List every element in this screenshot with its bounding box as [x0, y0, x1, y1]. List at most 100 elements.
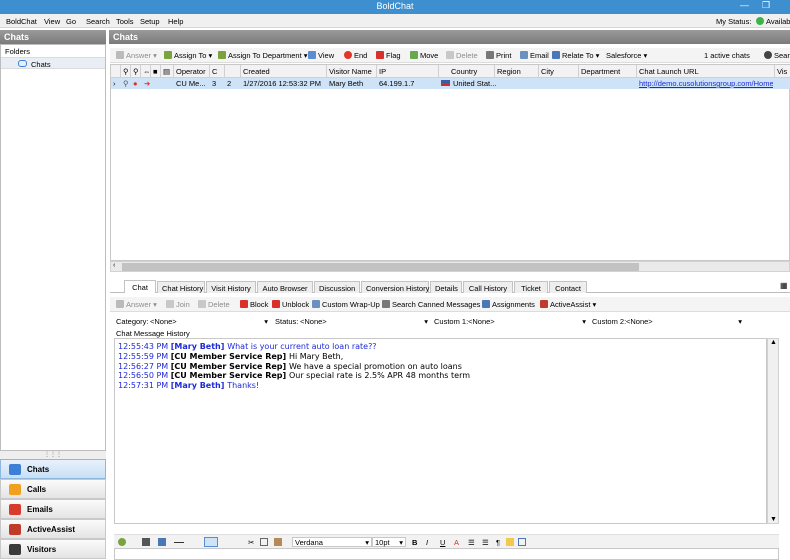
tab-conversion-history[interactable]: Conversion History [361, 281, 429, 293]
col-icon-3[interactable]: ⇔ [141, 65, 151, 78]
assign-to-department-button[interactable]: Assign To Department ▾ [218, 51, 308, 60]
cut-icon[interactable]: ✂ [248, 538, 254, 547]
font-size-select[interactable]: 10pt ▾ [372, 537, 406, 547]
table-row[interactable]: › ⚲ ● ➜ CU Me... 3 2 1/27/2016 12:53:32 … [111, 78, 790, 89]
copy-icon[interactable] [260, 538, 268, 546]
tabs-overflow-icon[interactable]: ▦ [780, 281, 788, 290]
col-vis[interactable]: Vis [775, 65, 790, 78]
chat-delete-button[interactable]: Delete [198, 300, 230, 309]
emoticon-icon[interactable] [118, 538, 126, 546]
col-operator[interactable]: Operator [174, 65, 210, 78]
unblock-button[interactable]: Unblock [272, 300, 309, 309]
grid-horizontal-scrollbar[interactable]: ‹ [110, 261, 790, 272]
assign-to-button[interactable]: Assign To ▾ [164, 51, 212, 60]
scroll-down-icon[interactable]: ▼ [770, 516, 777, 523]
relate-to-button[interactable]: Relate To ▾ [552, 51, 599, 60]
custom-wrap-up-button[interactable]: Custom Wrap-Up [312, 300, 380, 309]
nav-visitors[interactable]: Visitors [0, 539, 106, 559]
menu-boldchat[interactable]: BoldChat [6, 17, 37, 26]
col-visitor-name[interactable]: Visitor Name [327, 65, 377, 78]
end-button[interactable]: End [344, 51, 367, 60]
nav-chats[interactable]: Chats [0, 459, 106, 479]
col-country[interactable]: Country [439, 65, 495, 78]
col-c2[interactable] [225, 65, 241, 78]
col-department[interactable]: Department [579, 65, 637, 78]
chat-message-input[interactable] [114, 548, 779, 560]
horizontal-rule-icon[interactable] [174, 542, 184, 543]
menu-tools[interactable]: Tools [116, 17, 134, 26]
maximize-icon[interactable]: ❐ [762, 0, 770, 11]
cell-chat-launch-url[interactable]: http://demo.cusolutionsgroup.com/Home_..… [639, 79, 773, 88]
block-button[interactable]: Block [240, 300, 268, 309]
font-family-select[interactable]: Verdana ▾ [292, 537, 372, 547]
scroll-left-icon[interactable]: ‹ [113, 262, 115, 269]
search-button[interactable]: Search [764, 51, 790, 60]
menu-search[interactable]: Search [86, 17, 110, 26]
chat-answer-button[interactable]: Answer ▾ [116, 300, 157, 309]
scrollbar-thumb[interactable] [122, 263, 639, 271]
tab-details[interactable]: Details [430, 281, 462, 293]
activeassist-button[interactable]: ActiveAssist ▾ [540, 300, 596, 309]
image-icon[interactable] [158, 538, 166, 546]
bold-icon[interactable]: B [412, 538, 417, 547]
tab-discussion[interactable]: Discussion [314, 281, 360, 293]
nav-activeassist[interactable]: ActiveAssist [0, 519, 106, 539]
custom2-select[interactable]: <None> ▾ [626, 317, 742, 326]
status-select[interactable]: <None> ▾ [300, 317, 428, 326]
col-chat-launch-url[interactable]: Chat Launch URL [637, 65, 775, 78]
col-ip[interactable]: IP [377, 65, 439, 78]
document-icon[interactable] [518, 538, 526, 546]
category-select[interactable]: <None> ▾ [150, 317, 268, 326]
paste-icon[interactable] [274, 538, 282, 546]
my-status-value[interactable]: Availabl [766, 17, 790, 26]
tab-visit-history[interactable]: Visit History [206, 281, 256, 293]
tab-auto-browser[interactable]: Auto Browser [257, 281, 313, 293]
scroll-up-icon[interactable]: ▲ [770, 339, 777, 346]
col-icon-5[interactable]: ▤ [161, 65, 174, 78]
view-button[interactable]: View [308, 51, 334, 60]
menu-help[interactable]: Help [168, 17, 183, 26]
email-button[interactable]: Email [520, 51, 549, 60]
status-available-icon[interactable] [756, 17, 764, 25]
col-icon-1[interactable]: ⚲ [121, 65, 131, 78]
tab-chat[interactable]: Chat [124, 280, 156, 293]
minimize-icon[interactable]: — [740, 0, 749, 10]
tab-call-history[interactable]: Call History [463, 281, 513, 293]
nav-calls[interactable]: Calls [0, 479, 106, 499]
pen-icon[interactable] [142, 538, 150, 546]
col-icon-2[interactable]: ⚲ [131, 65, 141, 78]
align-center-icon[interactable]: ☰ [482, 538, 489, 547]
font-color-icon[interactable]: A [454, 538, 459, 547]
chat-vertical-scrollbar[interactable]: ▲ ▼ [767, 338, 779, 524]
spellcheck-icon[interactable] [204, 537, 218, 547]
italic-icon[interactable]: I [426, 538, 428, 547]
menu-setup[interactable]: Setup [140, 17, 160, 26]
underline-icon[interactable]: U [440, 538, 445, 547]
tab-contact[interactable]: Contact [549, 281, 587, 293]
nav-emails[interactable]: Emails [0, 499, 106, 519]
paragraph-icon[interactable]: ¶ [496, 538, 500, 547]
move-button[interactable]: Move [410, 51, 438, 60]
custom1-select[interactable]: <None> ▾ [468, 317, 586, 326]
search-canned-messages-button[interactable]: Search Canned Messages [382, 300, 480, 309]
assignments-button[interactable]: Assignments [482, 300, 535, 309]
col-created[interactable]: Created [241, 65, 327, 78]
delete-button[interactable]: Delete [446, 51, 478, 60]
col-c[interactable]: C [210, 65, 225, 78]
col-region[interactable]: Region [495, 65, 539, 78]
folder-item-chats[interactable]: Chats [1, 57, 105, 69]
pane-splitter[interactable]: ⋮⋮⋮ [0, 451, 106, 459]
menu-go[interactable]: Go [66, 17, 76, 26]
print-button[interactable]: Print [486, 51, 511, 60]
col-icon-4[interactable]: ■ [151, 65, 161, 78]
tab-ticket[interactable]: Ticket [514, 281, 548, 293]
col-city[interactable]: City [539, 65, 579, 78]
tab-chat-history[interactable]: Chat History [157, 281, 205, 293]
join-button[interactable]: Join [166, 300, 190, 309]
align-left-icon[interactable]: ☰ [468, 538, 475, 547]
menu-view[interactable]: View [44, 17, 60, 26]
flag-button[interactable]: Flag [376, 51, 401, 60]
note-icon[interactable] [506, 538, 514, 546]
answer-button[interactable]: Answer ▾ [116, 51, 157, 60]
salesforce-button[interactable]: Salesforce ▾ [606, 51, 647, 60]
